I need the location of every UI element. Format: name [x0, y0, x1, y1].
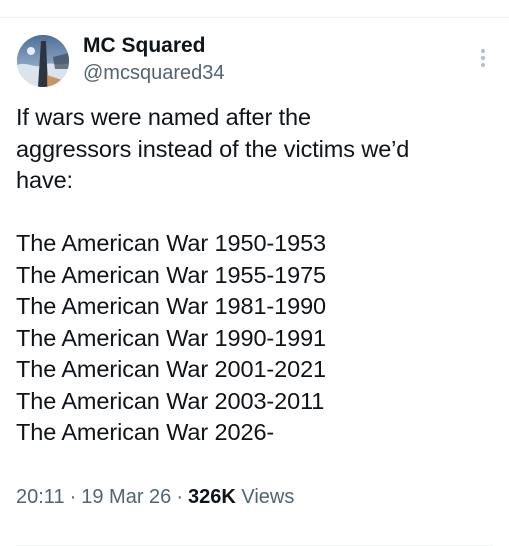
tweet-intro-line: aggressors instead of the victims we’d: [16, 135, 410, 162]
views-label: Views: [241, 486, 295, 508]
tweet-text: If wars were named after the aggressors …: [16, 102, 496, 449]
tweet-intro-line: have:: [16, 167, 73, 193]
war-line: The American War 1981-1990: [16, 293, 327, 319]
profile-photo-icon: [17, 35, 69, 87]
separator-dot: ·: [176, 486, 183, 508]
post-time[interactable]: 20:11: [16, 486, 65, 508]
war-line: The American War 2003-2011: [16, 387, 325, 414]
avatar[interactable]: [17, 35, 69, 87]
tweet-metadata: 20:11 · 19 Mar 26 · 326K Views: [16, 484, 294, 510]
post-date[interactable]: 19 Mar 26: [81, 486, 171, 508]
separator-dot: ·: [69, 486, 77, 508]
author-identity: MC Squared @mcsquared34: [83, 33, 224, 86]
paragraph-break: [16, 197, 496, 229]
views-count[interactable]: 326K: [188, 486, 236, 508]
top-divider: [0, 0, 509, 18]
more-vertical-icon: [480, 48, 486, 68]
war-line: The American War 2001-2021: [16, 356, 327, 382]
more-options-button[interactable]: [470, 45, 496, 71]
war-line: The American War 1955-1975: [16, 261, 327, 288]
war-line: The American War 2026-: [16, 419, 275, 445]
author-handle[interactable]: @mcsquared34: [83, 60, 224, 86]
war-line: The American War 1990-1991: [16, 324, 327, 351]
tweet-intro-line: If wars were named after the: [16, 104, 312, 130]
war-line: The American War 1950-1953: [16, 230, 327, 256]
author-display-name[interactable]: MC Squared: [83, 33, 224, 59]
